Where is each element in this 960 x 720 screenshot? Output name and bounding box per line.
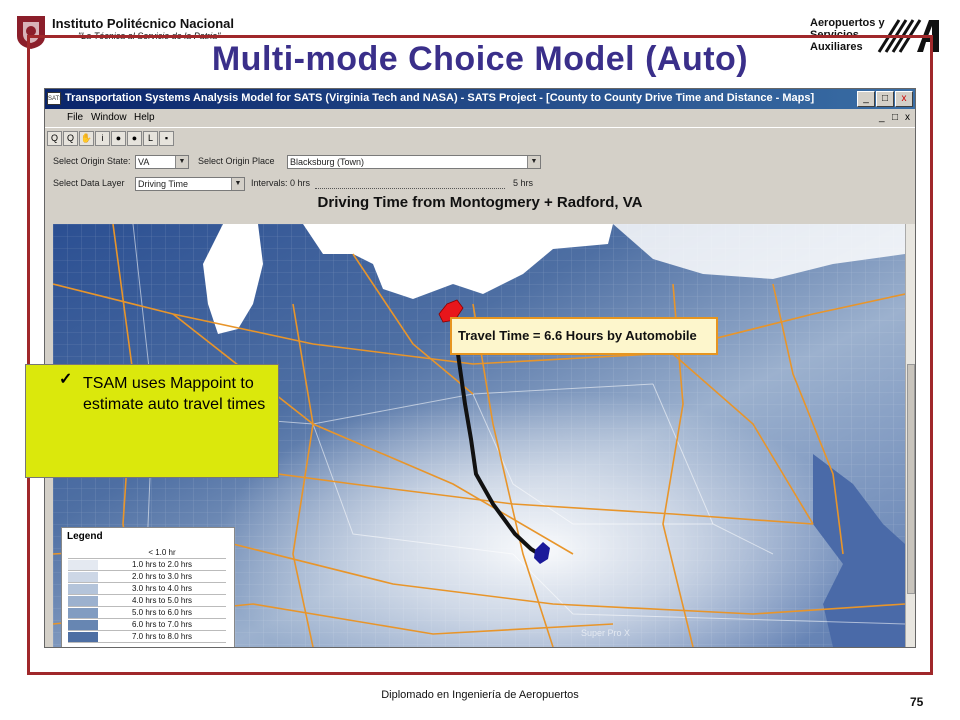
mdi-restore-button[interactable]: □ <box>892 112 898 123</box>
map-title: Driving Time from Montogmery + Radford, … <box>317 194 643 211</box>
pan-hand-icon[interactable]: ✋ <box>79 131 94 146</box>
zoom-out-icon[interactable]: Q <box>63 131 78 146</box>
globe-icon[interactable]: ● <box>111 131 126 146</box>
institution-name: Instituto Politécnico Nacional <box>52 16 235 31</box>
legend-label: < 1.0 hr <box>148 548 176 557</box>
legend-label: 1.0 hrs to 2.0 hrs <box>131 560 193 569</box>
legend-swatch <box>68 548 98 558</box>
legend-label: 2.0 hrs to 3.0 hrs <box>131 572 193 581</box>
legend-label: 5.0 hrs to 6.0 hrs <box>131 608 193 617</box>
origin-state-label: Select Origin State: <box>53 156 131 166</box>
legend-label: 4.0 hrs to 5.0 hrs <box>131 596 193 605</box>
chevron-down-icon[interactable]: ▼ <box>527 156 540 168</box>
legend-item: 7.0 hrs to 8.0 hrs <box>68 632 226 643</box>
travel-time-callout: Travel Time = 6.6 Hours by Automobile <box>450 317 718 355</box>
origin-place-select[interactable]: Blacksburg (Town) ▼ <box>287 155 541 169</box>
scrollbar-thumb[interactable] <box>907 364 915 594</box>
legend-item: 6.0 hrs to 7.0 hrs <box>68 620 226 631</box>
label-icon[interactable]: L <box>143 131 158 146</box>
map-watermark: Super Pro X <box>581 628 630 638</box>
legend-item: 5.0 hrs to 6.0 hrs <box>68 608 226 619</box>
origin-state-select[interactable]: VA ▼ <box>135 155 189 169</box>
legend-item: 1.0 hrs to 2.0 hrs <box>68 560 226 571</box>
legend-swatch <box>68 632 98 642</box>
menu-bar: File Window Help _ □ x <box>45 109 915 127</box>
intervals-slider[interactable] <box>315 176 505 189</box>
menu-file[interactable]: File <box>67 112 83 123</box>
slide-title: Multi-mode Choice Model (Auto) <box>211 40 749 78</box>
legend-item: 3.0 hrs to 4.0 hrs <box>68 584 226 595</box>
legend-label: 6.0 hrs to 7.0 hrs <box>131 620 193 629</box>
legend-swatch <box>68 620 98 630</box>
mdi-close-button[interactable]: x <box>905 112 910 123</box>
toolbar: Q Q ✋ i ● ● L ▪ <box>45 127 915 150</box>
legend-swatch <box>68 560 98 570</box>
origin-place-label: Select Origin Place <box>198 156 275 166</box>
check-icon: ✓ <box>59 371 73 388</box>
query-controls: Select Origin State: VA ▼ Select Origin … <box>45 149 915 223</box>
layer-icon[interactable]: ● <box>127 131 142 146</box>
window-title: Transportation Systems Analysis Model fo… <box>65 92 815 104</box>
menu-help[interactable]: Help <box>134 112 155 123</box>
legend-title: Legend <box>67 531 103 542</box>
legend-item: 2.0 hrs to 3.0 hrs <box>68 572 226 583</box>
data-layer-value: Driving Time <box>138 179 189 189</box>
chevron-down-icon[interactable]: ▼ <box>175 156 188 168</box>
note-box: ✓ TSAM uses Mappoint to estimate auto tr… <box>25 364 279 478</box>
origin-place-value: Blacksburg (Town) <box>290 157 365 167</box>
partner-name-line: Aeropuertos y <box>810 17 885 29</box>
info-icon[interactable]: i <box>95 131 110 146</box>
zoom-in-icon[interactable]: Q <box>47 131 62 146</box>
legend-item: < 1.0 hr <box>68 548 226 559</box>
mdi-minimize-button[interactable]: _ <box>879 112 885 123</box>
map-scrollbar[interactable] <box>905 224 915 647</box>
save-icon[interactable]: ▪ <box>159 131 174 146</box>
legend-swatch <box>68 596 98 606</box>
maximize-button[interactable]: □ <box>876 91 894 107</box>
data-layer-select[interactable]: Driving Time ▼ <box>135 177 245 191</box>
chevron-down-icon[interactable]: ▼ <box>231 178 244 190</box>
legend-label: 3.0 hrs to 4.0 hrs <box>131 584 193 593</box>
legend-swatch <box>68 608 98 618</box>
note-text: TSAM uses Mappoint to estimate auto trav… <box>83 375 266 413</box>
window-titlebar[interactable]: SATS Transportation Systems Analysis Mod… <box>45 89 915 109</box>
close-button[interactable]: x <box>895 91 913 107</box>
legend-swatch <box>68 572 98 582</box>
page-number: 75 <box>910 695 924 709</box>
menu-window[interactable]: Window <box>91 112 127 123</box>
intervals-label: Intervals: 0 hrs <box>251 178 311 188</box>
legend-swatch <box>68 584 98 594</box>
map-legend: Legend < 1.0 hr 1.0 hrs to 2.0 hrs 2.0 hrs… <box>61 527 235 647</box>
data-layer-label: Select Data Layer <box>53 178 125 188</box>
minimize-button[interactable]: _ <box>857 91 875 107</box>
intervals-max-label: 5 hrs <box>513 178 534 188</box>
origin-state-value: VA <box>138 157 150 167</box>
app-icon: SATS <box>47 92 63 105</box>
legend-label: 7.0 hrs to 8.0 hrs <box>131 632 193 641</box>
slide-footer: Diplomado en Ingeniería de Aeropuertos <box>381 689 579 701</box>
legend-item: 4.0 hrs to 5.0 hrs <box>68 596 226 607</box>
